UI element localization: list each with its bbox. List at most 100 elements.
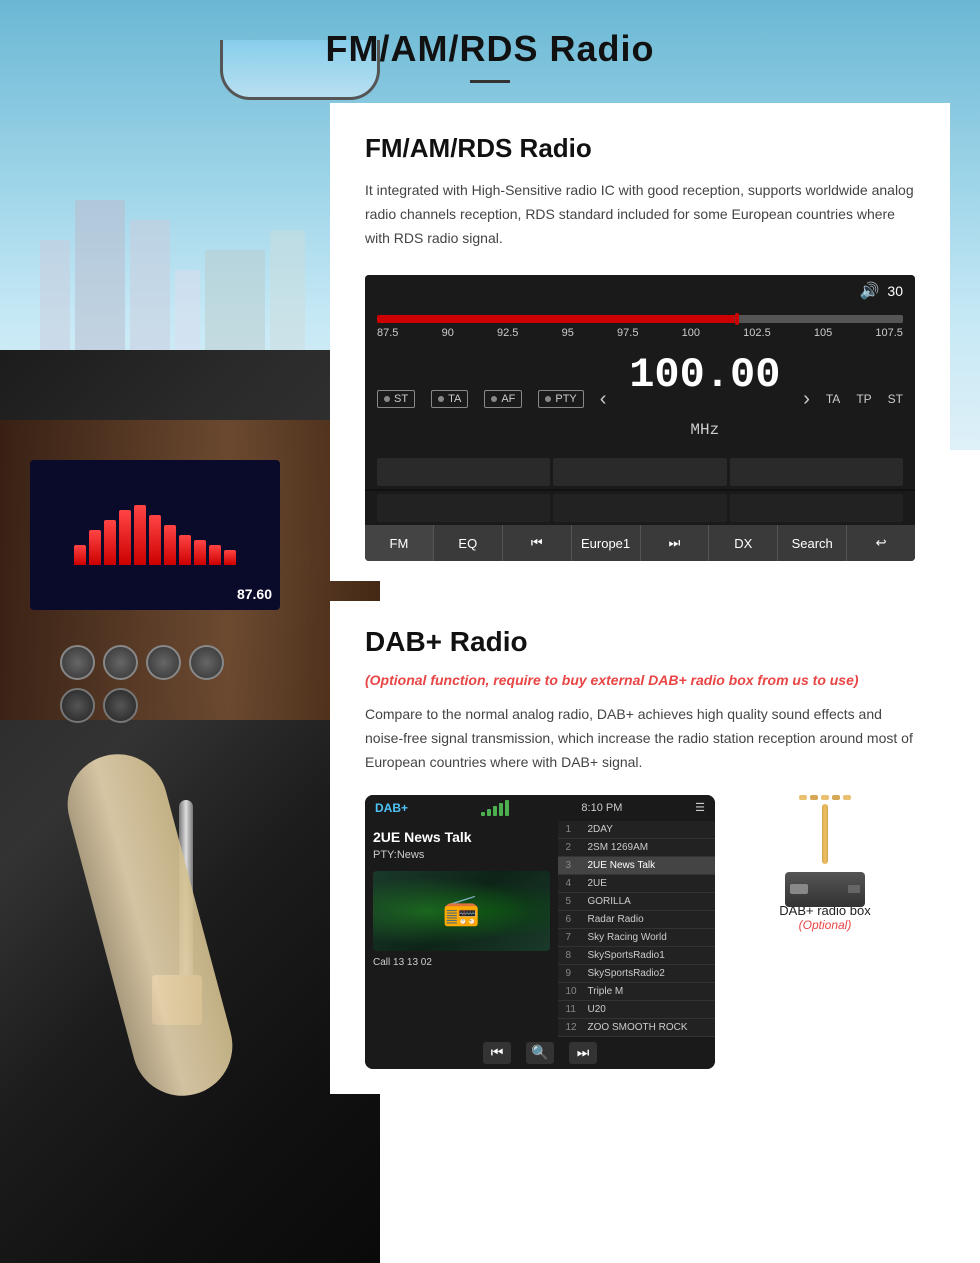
dab-search-button[interactable]: 🔍: [526, 1042, 554, 1064]
dab-station-name: 2UE News Talk: [373, 829, 550, 845]
dab-images-row: DAB+ 8:10 PM ☰: [365, 795, 915, 1069]
channel-name: 2UE: [588, 878, 607, 889]
fm-description: It integrated with High-Sensitive radio …: [365, 179, 915, 250]
channel-number: 12: [566, 1022, 582, 1033]
prev-track-icon: ⏮: [531, 535, 543, 550]
fm-section-title: FM/AM/RDS Radio: [365, 133, 915, 164]
channel-name: Sky Racing World: [588, 932, 667, 943]
dx-button[interactable]: DX: [709, 525, 778, 561]
channel-number: 2: [566, 842, 582, 853]
channel-number: 11: [566, 1004, 582, 1015]
next-track-icon: ⏭: [669, 535, 681, 550]
preset-row-2: [365, 491, 915, 525]
dab-channel-item[interactable]: 8SkySportsRadio1: [558, 947, 716, 965]
next-track-button[interactable]: ⏭: [641, 525, 710, 561]
dab-menu-icon[interactable]: ☰: [695, 801, 705, 814]
fm-section-wrapper: FM/AM/RDS Radio It integrated with High-…: [0, 103, 980, 581]
channel-name: Radar Radio: [588, 914, 644, 925]
channel-name: GORILLA: [588, 896, 631, 907]
prev-track-button[interactable]: ⏮: [503, 525, 572, 561]
dab-time: 8:10 PM: [581, 802, 622, 814]
page-wrapper: FM/AM/RDS Radio FM/AM/RDS Radio It integ…: [0, 0, 980, 1263]
dab-description: Compare to the normal analog radio, DAB+…: [365, 703, 915, 774]
channel-name: SkySportsRadio2: [588, 968, 665, 979]
dab-channel-item[interactable]: 6 Radar Radio: [558, 911, 716, 929]
signal-bar-5: [505, 800, 509, 816]
signal-bar-2: [487, 809, 491, 816]
dab-pty: PTY:News: [373, 849, 550, 861]
preset-1[interactable]: [377, 458, 550, 486]
channel-number: 8: [566, 950, 582, 961]
dab-channel-item[interactable]: 5 GORILLA: [558, 893, 716, 911]
badge-ta[interactable]: TA: [431, 390, 468, 408]
dab-visual: 📻: [373, 871, 550, 951]
preset-2[interactable]: [553, 458, 726, 486]
dab-channel-item[interactable]: 9SkySportsRadio2: [558, 965, 716, 983]
badge-af[interactable]: AF: [484, 390, 522, 408]
eq-button[interactable]: EQ: [434, 525, 503, 561]
dab-prev-button[interactable]: ⏮: [483, 1042, 511, 1064]
dab-screen-footer: ⏮ 🔍 ⏭: [365, 1037, 715, 1069]
dab-box-visual: [755, 795, 895, 895]
page-title: FM/AM/RDS Radio: [20, 28, 960, 70]
volume-icon: 🔊: [860, 281, 880, 301]
channel-name: Triple M: [588, 986, 624, 997]
frequency-bar: [377, 315, 903, 323]
radio-device-icon: 📻: [443, 893, 480, 928]
dab-call: Call 13 13 02: [373, 957, 550, 968]
preset-6[interactable]: [730, 494, 903, 522]
fm-button[interactable]: FM: [365, 525, 434, 561]
dab-optional-text: (Optional function, require to buy exter…: [365, 670, 915, 691]
dab-channel-item[interactable]: 32UE News Talk: [558, 857, 716, 875]
title-section: FM/AM/RDS Radio: [0, 0, 980, 103]
ta-label: TA: [826, 392, 840, 406]
dab-channel-item[interactable]: 7 Sky Racing World: [558, 929, 716, 947]
frequency-marker: [735, 313, 739, 325]
dab-card: DAB+ Radio (Optional function, require t…: [330, 601, 950, 1093]
badge-st[interactable]: ST: [377, 390, 415, 408]
dab-box-section: DAB+ radio box (Optional): [735, 795, 915, 932]
usb-port: [790, 884, 808, 894]
freq-next-button[interactable]: ›: [803, 388, 810, 411]
badge-pty[interactable]: PTY: [538, 390, 583, 408]
dab-left-panel: 2UE News Talk PTY:News 📻 Call 13 13 02: [365, 821, 558, 1037]
preset-3[interactable]: [730, 458, 903, 486]
freq-unit: MHz: [690, 421, 719, 439]
channel-number: 5: [566, 896, 582, 907]
preset-4[interactable]: [377, 494, 550, 522]
signal-bar-3: [493, 806, 497, 816]
dab-next-button[interactable]: ⏭: [569, 1042, 597, 1064]
preset-5[interactable]: [553, 494, 726, 522]
dab-channel-item[interactable]: 2 2SM 1269AM: [558, 839, 716, 857]
dab-channel-item[interactable]: 4 2UE: [558, 875, 716, 893]
channel-name: 2DAY: [588, 824, 613, 835]
signal-bar-1: [481, 812, 485, 816]
title-divider: [470, 80, 510, 83]
channel-name: U20: [588, 1004, 606, 1015]
volume-value: 30: [887, 283, 903, 299]
dab-title: DAB+ Radio: [365, 626, 915, 658]
back-button[interactable]: ↩: [847, 525, 915, 561]
channel-number: 6: [566, 914, 582, 925]
dab-channel-item[interactable]: 12ZOO SMOOTH ROCK: [558, 1019, 716, 1037]
dab-channel-item[interactable]: 11 U20: [558, 1001, 716, 1019]
signal-bar-4: [499, 803, 503, 816]
search-button[interactable]: Search: [778, 525, 847, 561]
dab-channel-list: 12DAY 2 2SM 1269AM 32UE News Talk 4 2UE 5 GORIL…: [558, 821, 716, 1037]
usb-box: [785, 872, 865, 907]
dab-screen: DAB+ 8:10 PM ☰: [365, 795, 715, 1069]
channel-number: 4: [566, 878, 582, 889]
channel-number: 7: [566, 932, 582, 943]
dab-channel-item[interactable]: 12DAY: [558, 821, 716, 839]
dab-header-label: DAB+: [375, 801, 408, 815]
freq-prev-button[interactable]: ‹: [600, 388, 607, 411]
dab-signal-bars: [481, 800, 509, 816]
dab-channel-item[interactable]: 10Triple M: [558, 983, 716, 1001]
tp-label: TP: [856, 392, 871, 406]
radio-bottom-bar: FM EQ ⏮ Europe1 ⏭ DX Search ↩: [365, 525, 915, 561]
dab-box-optional: (Optional): [799, 918, 852, 932]
channel-name: 2SM 1269AM: [588, 842, 649, 853]
frequency-labels: 87.5 90 92.5 95 97.5 100 102.5 105 107.5: [377, 323, 903, 343]
europe1-button[interactable]: Europe1: [572, 525, 641, 561]
radio-mode-row: ST TA AF PTY ‹ 100.00 MHz: [365, 343, 915, 455]
